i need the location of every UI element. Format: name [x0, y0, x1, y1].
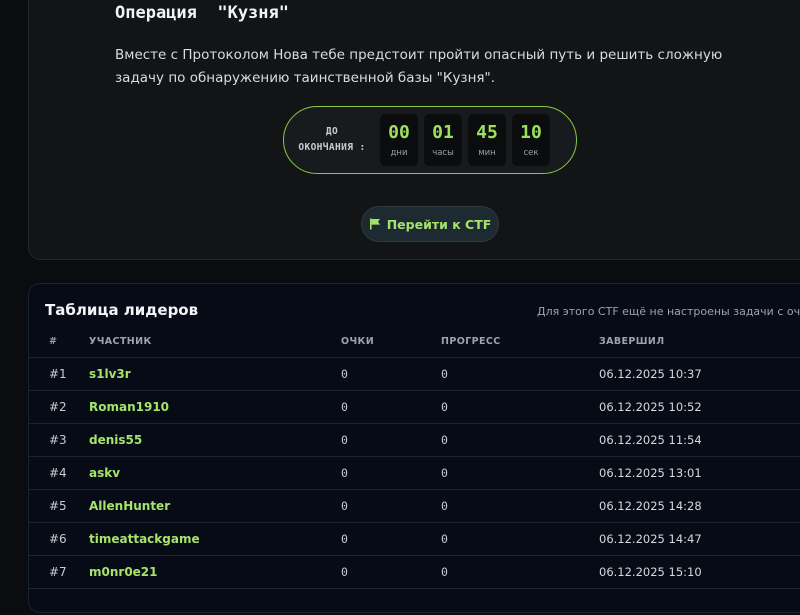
timer-label: ДО ОКОНЧАНИЯ : — [284, 124, 380, 156]
row-score: 0 — [341, 565, 348, 579]
timer-days-value: 00 — [388, 122, 410, 143]
row-rank: #2 — [49, 400, 67, 414]
row-rank: #1 — [49, 367, 67, 381]
timer-label-line1: ДО — [325, 126, 339, 137]
row-finished: 06.12.2025 15:10 — [599, 565, 702, 579]
table-row: #4 askv 0 0 06.12.2025 13:01 — [29, 457, 800, 490]
countdown-timer: ДО ОКОНЧАНИЯ : 00 дни 01 часы 45 мин 10 … — [283, 106, 577, 174]
participant-link[interactable]: denis55 — [89, 424, 142, 456]
leaderboard: Таблица лидеров Для этого CTF ещё не нас… — [28, 283, 800, 613]
timer-hours: 01 часы — [424, 114, 462, 166]
row-progress: 0 — [441, 466, 448, 480]
col-score: ОЧКИ — [341, 336, 375, 347]
timer-days-unit: дни — [390, 148, 408, 158]
row-rank: #7 — [49, 565, 67, 579]
timer-seconds-value: 10 — [520, 122, 542, 143]
row-score: 0 — [341, 466, 348, 480]
col-progress: ПРОГРЕСС — [441, 336, 501, 347]
row-progress: 0 — [441, 400, 448, 414]
table-row: #1 s1lv3r 0 0 06.12.2025 10:37 — [29, 358, 800, 391]
row-progress: 0 — [441, 499, 448, 513]
ctf-title: Операция "Кузня" — [115, 3, 289, 23]
timer-days: 00 дни — [380, 114, 418, 166]
row-finished: 06.12.2025 13:01 — [599, 466, 702, 480]
table-row: #6 timeattackgame 0 0 06.12.2025 14:47 — [29, 523, 800, 556]
page: Операция "Кузня" Вместе с Протоколом Нов… — [0, 0, 800, 615]
row-score: 0 — [341, 532, 348, 546]
participant-link[interactable]: Roman1910 — [89, 391, 169, 423]
table-row: #2 Roman1910 0 0 06.12.2025 10:52 — [29, 391, 800, 424]
col-participant: УЧАСТНИК — [89, 336, 152, 347]
timer-boxes: 00 дни 01 часы 45 мин 10 сек — [380, 114, 550, 166]
table-row: #7 m0nr0e21 0 0 06.12.2025 15:10 — [29, 556, 800, 589]
leaderboard-header: # УЧАСТНИК ОЧКИ ПРОГРЕСС ЗАВЕРШИЛ — [29, 331, 800, 358]
row-finished: 06.12.2025 10:52 — [599, 400, 702, 414]
row-finished: 06.12.2025 10:37 — [599, 367, 702, 381]
row-rank: #5 — [49, 499, 67, 513]
col-rank: # — [49, 336, 58, 347]
row-score: 0 — [341, 400, 348, 414]
row-progress: 0 — [441, 565, 448, 579]
timer-minutes: 45 мин — [468, 114, 506, 166]
row-finished: 06.12.2025 14:47 — [599, 532, 702, 546]
row-rank: #4 — [49, 466, 67, 480]
flag-icon — [369, 218, 380, 230]
leaderboard-note: Для этого CTF ещё не настроены задачи с … — [537, 305, 800, 318]
row-score: 0 — [341, 367, 348, 381]
row-score: 0 — [341, 433, 348, 447]
timer-minutes-value: 45 — [476, 122, 498, 143]
timer-hours-unit: часы — [432, 148, 454, 158]
go-to-ctf-button[interactable]: Перейти к CTF — [361, 206, 499, 242]
timer-minutes-unit: мин — [478, 148, 496, 158]
row-progress: 0 — [441, 367, 448, 381]
table-row: #5 AllenHunter 0 0 06.12.2025 14:28 — [29, 490, 800, 523]
ctf-description: Вместе с Протоколом Нова тебе предстоит … — [115, 47, 723, 86]
row-finished: 06.12.2025 14:28 — [599, 499, 702, 513]
timer-hours-value: 01 — [432, 122, 454, 143]
table-row: #3 denis55 0 0 06.12.2025 11:54 — [29, 424, 800, 457]
row-finished: 06.12.2025 11:54 — [599, 433, 702, 447]
participant-link[interactable]: s1lv3r — [89, 358, 131, 390]
row-progress: 0 — [441, 532, 448, 546]
timer-seconds: 10 сек — [512, 114, 550, 166]
row-progress: 0 — [441, 433, 448, 447]
row-score: 0 — [341, 499, 348, 513]
row-rank: #3 — [49, 433, 67, 447]
go-to-ctf-label: Перейти к CTF — [386, 216, 492, 232]
row-rank: #6 — [49, 532, 67, 546]
participant-link[interactable]: AllenHunter — [89, 490, 170, 522]
leaderboard-title: Таблица лидеров — [45, 301, 199, 319]
leaderboard-rows: #1 s1lv3r 0 0 06.12.2025 10:37 #2 Roman1… — [29, 358, 800, 589]
participant-link[interactable]: timeattackgame — [89, 523, 200, 555]
participant-link[interactable]: m0nr0e21 — [89, 556, 158, 588]
participant-link[interactable]: askv — [89, 457, 120, 489]
timer-seconds-unit: сек — [523, 148, 539, 158]
col-finished: ЗАВЕРШИЛ — [599, 336, 665, 347]
timer-label-line2: ОКОНЧАНИЯ : — [298, 142, 366, 153]
